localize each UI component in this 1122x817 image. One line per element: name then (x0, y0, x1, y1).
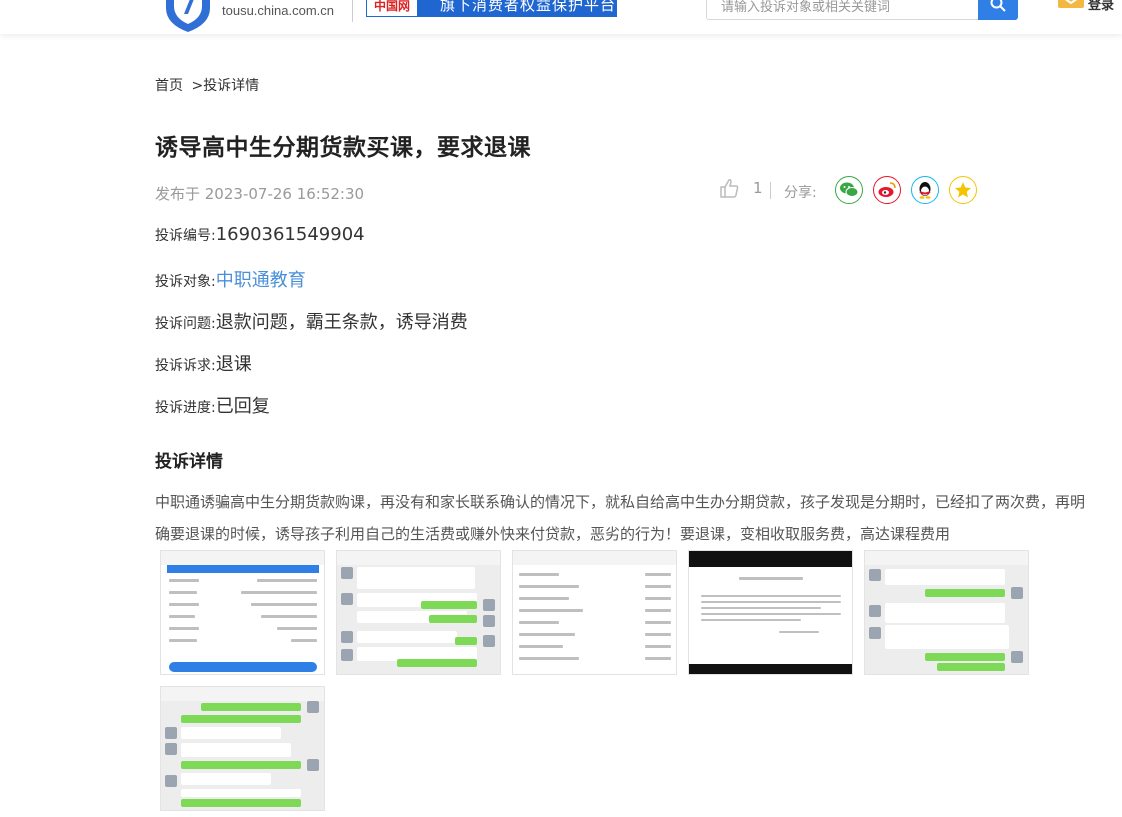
mail-icon (1058, 0, 1084, 8)
breadcrumb: 首页 >投诉详情 (155, 75, 259, 95)
like-button[interactable]: 1 (719, 178, 763, 198)
publish-date: 发布于 2023-07-26 16:52:30 (155, 185, 365, 203)
partner-banner[interactable]: 中国网 旗下消费者权益保护平台 (366, 0, 617, 17)
field-label: 投诉编号: (155, 228, 216, 244)
attachment-thumbnail[interactable] (160, 686, 325, 811)
divider (770, 182, 771, 199)
breadcrumb-home[interactable]: 首页 (155, 78, 183, 94)
field-value: 退款问题，霸王条款，诱导消费 (215, 312, 468, 333)
attachment-thumbnail[interactable] (160, 550, 325, 675)
attachment-thumbnail[interactable] (688, 550, 853, 675)
share-weibo-button[interactable] (873, 176, 901, 204)
page-title: 诱导高中生分期货款买课，要求退课 (155, 135, 531, 161)
breadcrumb-separator: > (191, 78, 204, 94)
login-link[interactable]: 登录 (1088, 0, 1114, 13)
share-qzone-button[interactable] (949, 176, 977, 204)
search-icon (990, 0, 1006, 12)
complaint-description: 中职通诱骗高中生分期货款购课，再没有和家长联系确认的情况下，就私自给高中生办分期… (155, 493, 1086, 543)
field-label: 投诉问题: (155, 316, 216, 332)
share-label: 分享: (784, 185, 817, 201)
target-company-link[interactable]: 中职通教育 (216, 266, 306, 292)
logo-divider (352, 0, 353, 22)
field-complaint-progress: 投诉进度: 已回复 (155, 392, 270, 418)
field-value: 已回复 (215, 396, 270, 417)
logo-url[interactable]: tousu.china.com.cn (222, 3, 334, 18)
weibo-icon (878, 182, 896, 197)
partner-text: 旗下消费者权益保护平台 (440, 0, 617, 14)
search-input[interactable]: 请输入投诉对象或相关关键词 (706, 0, 978, 20)
thumbs-up-icon (720, 179, 739, 198)
field-complaint-demand: 投诉诉求: 退课 (155, 350, 252, 376)
partner-badge: 中国网 (366, 0, 418, 17)
field-value: 1690361549904 (215, 224, 365, 245)
field-label: 投诉进度: (155, 400, 216, 416)
field-value: 退课 (215, 354, 252, 375)
attachment-thumbnail[interactable] (864, 550, 1029, 675)
field-complaint-issue: 投诉问题: 退款问题，霸王条款，诱导消费 (155, 308, 468, 334)
like-count: 1 (753, 179, 763, 197)
wechat-icon (840, 182, 859, 197)
breadcrumb-current: 投诉详情 (203, 78, 260, 94)
share-qq-button[interactable] (911, 176, 939, 204)
qzone-icon (955, 182, 971, 198)
field-label: 投诉对象: (155, 274, 216, 290)
share-wechat-button[interactable] (835, 176, 863, 204)
field-label: 投诉诉求: (155, 358, 216, 374)
field-complaint-id: 投诉编号: 1690361549904 (155, 224, 365, 245)
field-complaint-target: 投诉对象: 中职通教育 (155, 266, 306, 292)
qq-icon (919, 182, 931, 199)
search-button[interactable] (978, 0, 1018, 20)
attachment-thumbnail[interactable] (512, 550, 677, 675)
shield-logo-icon[interactable] (162, 0, 214, 32)
site-header: tousu.china.com.cn 中国网 旗下消费者权益保护平台 请输入投诉… (0, 0, 1122, 34)
section-title-details: 投诉详情 (155, 452, 223, 472)
attachment-thumbnail[interactable] (336, 550, 501, 675)
